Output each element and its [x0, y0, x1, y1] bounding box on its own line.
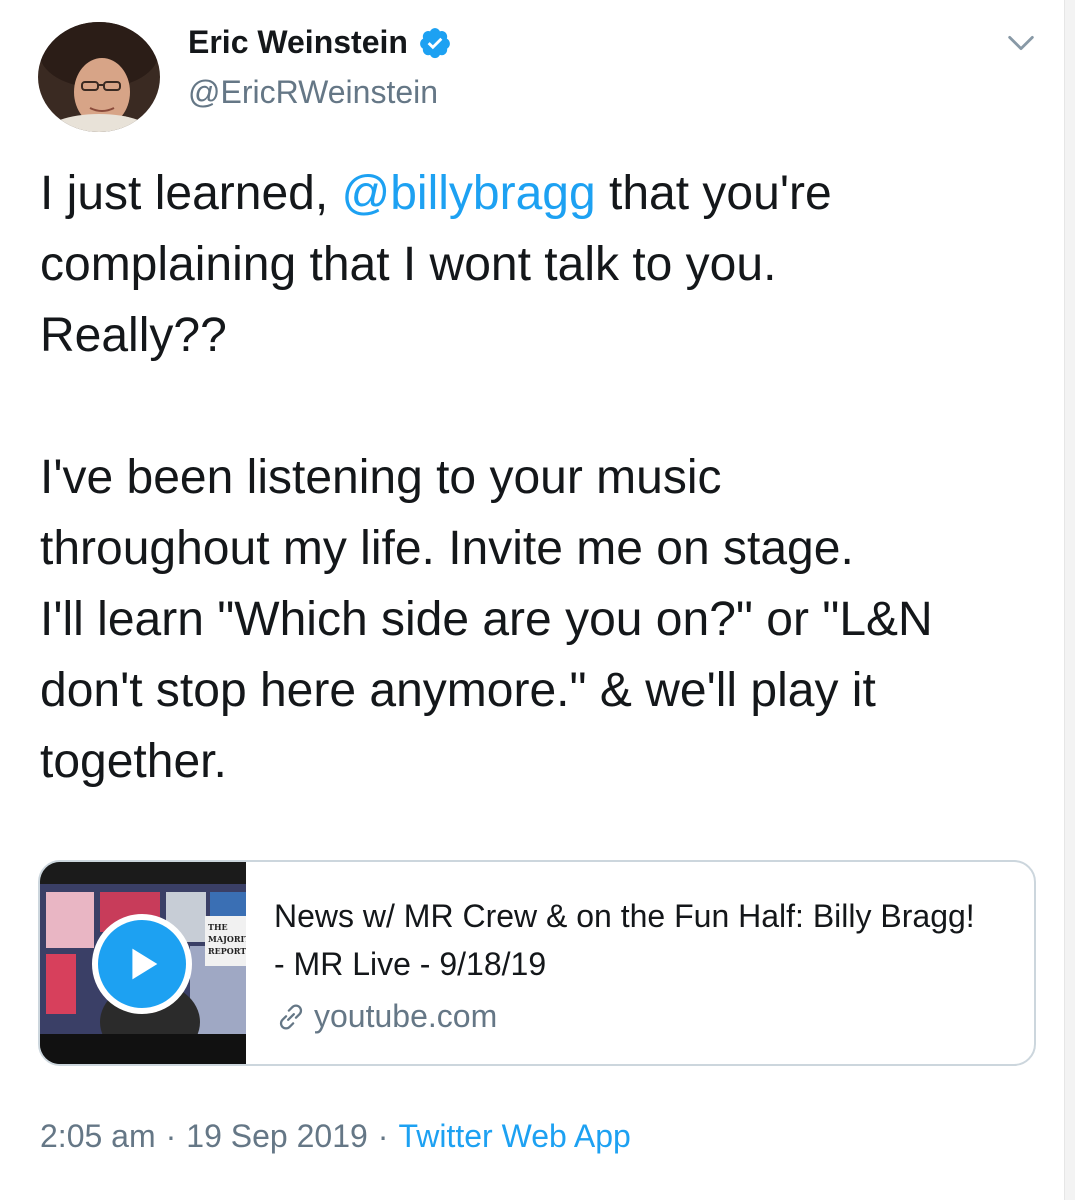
- avatar[interactable]: [38, 22, 160, 132]
- card-body[interactable]: News w/ MR Crew & on the Fun Half: Billy…: [274, 892, 994, 1035]
- tweet-text-rest: that you're complaining that I wont talk…: [40, 167, 933, 788]
- tweet-text-start: I just learned,: [40, 167, 342, 220]
- thumbnail-logo-text: THE: [208, 922, 228, 932]
- mention-link[interactable]: @billybragg: [342, 167, 596, 220]
- card-domain: youtube.com: [274, 998, 994, 1035]
- tweet-header: Eric Weinstein @EricRWeinstein: [38, 22, 1038, 134]
- tweet-time[interactable]: 2:05 am: [40, 1118, 156, 1155]
- verified-badge-icon: [418, 26, 452, 60]
- tweet-meta: 2:05 am · 19 Sep 2019 · Twitter Web App: [40, 1118, 631, 1155]
- card-thumbnail[interactable]: THE MAJORIT REPORT: [40, 862, 246, 1064]
- meta-separator: ·: [165, 1118, 177, 1154]
- play-icon: [132, 948, 158, 980]
- user-handle[interactable]: @EricRWeinstein: [188, 74, 438, 111]
- avatar-image: [39, 22, 159, 132]
- chevron-down-icon[interactable]: [1004, 26, 1038, 60]
- meta-separator: ·: [377, 1118, 389, 1154]
- svg-text:REPORT: REPORT: [208, 946, 246, 956]
- svg-text:MAJORIT: MAJORIT: [208, 934, 246, 944]
- display-name[interactable]: Eric Weinstein: [188, 24, 452, 61]
- link-icon: [279, 1004, 303, 1029]
- tweet-date[interactable]: 19 Sep 2019: [186, 1118, 368, 1155]
- display-name-text: Eric Weinstein: [188, 24, 408, 60]
- scrollbar[interactable]: [1064, 0, 1075, 1200]
- card-domain-text: youtube.com: [314, 998, 498, 1034]
- card-title: News w/ MR Crew & on the Fun Half: Billy…: [274, 898, 975, 982]
- play-button[interactable]: [92, 914, 192, 1014]
- link-card[interactable]: THE MAJORIT REPORT News w/ MR Crew & on …: [38, 860, 1036, 1066]
- tweet-text: I just learned, @billybragg that you're …: [40, 158, 1040, 797]
- tweet-source-link[interactable]: Twitter Web App: [398, 1118, 630, 1155]
